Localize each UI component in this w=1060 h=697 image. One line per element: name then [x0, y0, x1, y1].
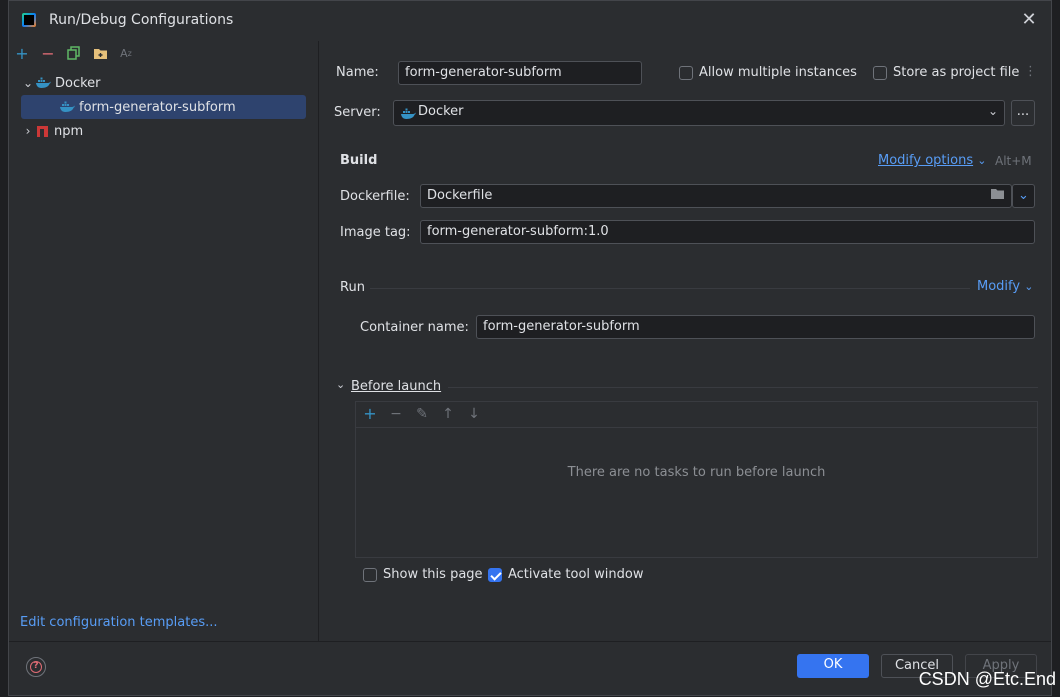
before-launch-tasks-panel: + − ✎ ↑ ↓ There are no tasks to run befo…: [355, 401, 1038, 558]
app-logo-icon: [22, 13, 36, 27]
docker-icon: [401, 108, 416, 119]
sort-icon[interactable]: Az: [117, 44, 135, 62]
before-launch-label: Before launch: [351, 379, 442, 394]
remove-configuration-icon[interactable]: −: [39, 44, 57, 63]
allow-multiple-label: Allow multiple instances: [699, 65, 857, 80]
tree-item-label: npm: [54, 123, 84, 139]
activate-tool-window-checkbox[interactable]: [488, 568, 502, 582]
npm-icon: [37, 125, 48, 137]
modify-options-label: Modify options: [878, 153, 974, 168]
modify-shortcut-hint: Alt+M: [995, 154, 1032, 168]
image-tag-input[interactable]: form-generator-subform:1.0: [420, 220, 1035, 244]
new-folder-icon[interactable]: [91, 44, 109, 62]
name-input[interactable]: form-generator-subform: [398, 61, 642, 85]
remove-task-icon[interactable]: −: [388, 406, 404, 422]
tasks-toolbar: + − ✎ ↑ ↓: [356, 402, 1037, 428]
modify-options-link[interactable]: Modify options ⌄: [878, 153, 986, 168]
more-options-icon[interactable]: ⋮: [1024, 64, 1037, 79]
watermark: CSDN @Etc.End: [918, 669, 1056, 689]
tree-item-npm[interactable]: › npm: [21, 119, 84, 143]
edit-templates-link[interactable]: Edit configuration templates...: [20, 615, 218, 630]
modify-label: Modify: [977, 279, 1021, 294]
store-project-checkbox[interactable]: [873, 66, 887, 80]
tree-item-form-generator-subform[interactable]: form-generator-subform: [21, 95, 306, 119]
dialog-title: Run/Debug Configurations: [49, 12, 234, 28]
docker-icon: [36, 77, 51, 88]
server-browse-button[interactable]: ...: [1011, 100, 1035, 126]
move-down-icon[interactable]: ↓: [466, 406, 482, 422]
help-button[interactable]: ?: [26, 657, 46, 677]
image-tag-label: Image tag:: [340, 225, 411, 240]
run-debug-dialog: Run/Debug Configurations ✕ + − Az ⌄ Dock…: [8, 0, 1052, 696]
dockerfile-dropdown[interactable]: ⌄: [1012, 184, 1035, 208]
configuration-settings-pane: Name: form-generator-subform Allow multi…: [320, 41, 1051, 641]
modify-link[interactable]: Modify ⌄: [977, 279, 1033, 294]
dockerfile-input[interactable]: Dockerfile: [420, 184, 1012, 208]
add-task-icon[interactable]: +: [362, 406, 378, 422]
close-button[interactable]: ✕: [1019, 10, 1039, 30]
build-heading: Build: [340, 153, 378, 168]
chevron-right-icon[interactable]: ›: [21, 124, 35, 138]
tree-item-label: form-generator-subform: [79, 99, 236, 115]
show-page-label: Show this page: [383, 567, 483, 582]
folder-icon[interactable]: [990, 187, 1005, 204]
chevron-down-icon[interactable]: ⌄: [988, 104, 998, 118]
server-value: Docker: [418, 104, 464, 119]
allow-multiple-checkbox[interactable]: [679, 66, 693, 80]
container-name-label: Container name:: [360, 320, 469, 335]
before-launch-divider: [448, 387, 1038, 388]
server-label: Server:: [334, 105, 381, 120]
help-icon: ?: [30, 661, 42, 673]
title-bar: Run/Debug Configurations ✕: [9, 1, 1051, 41]
tree-item-label: Docker: [55, 75, 101, 91]
copy-icon[interactable]: [65, 44, 83, 62]
ok-button[interactable]: OK: [797, 654, 869, 678]
chevron-down-icon[interactable]: ⌄: [21, 76, 35, 90]
tree-item-docker[interactable]: ⌄ Docker: [21, 71, 101, 95]
configurations-tree-pane: + − Az ⌄ Docker form-generator-subform ›…: [9, 41, 319, 641]
dockerfile-label: Dockerfile:: [340, 189, 410, 204]
container-name-input[interactable]: form-generator-subform: [476, 315, 1035, 339]
show-page-checkbox[interactable]: [363, 568, 377, 582]
activate-tool-window-label: Activate tool window: [508, 567, 644, 582]
store-project-label: Store as project file: [893, 65, 1020, 80]
run-divider: [370, 288, 970, 289]
edit-task-icon[interactable]: ✎: [414, 406, 430, 422]
docker-icon: [60, 101, 75, 112]
run-heading: Run: [340, 280, 365, 295]
dialog-footer: ? OK Cancel Apply: [9, 641, 1051, 697]
before-launch-heading[interactable]: Before launch: [351, 379, 441, 394]
name-label: Name:: [336, 65, 379, 80]
server-select[interactable]: Docker: [393, 100, 1005, 126]
move-up-icon[interactable]: ↑: [440, 406, 456, 422]
no-tasks-message: There are no tasks to run before launch: [567, 465, 826, 480]
add-configuration-icon[interactable]: +: [13, 44, 31, 63]
chevron-down-icon[interactable]: ⌄: [336, 378, 345, 391]
